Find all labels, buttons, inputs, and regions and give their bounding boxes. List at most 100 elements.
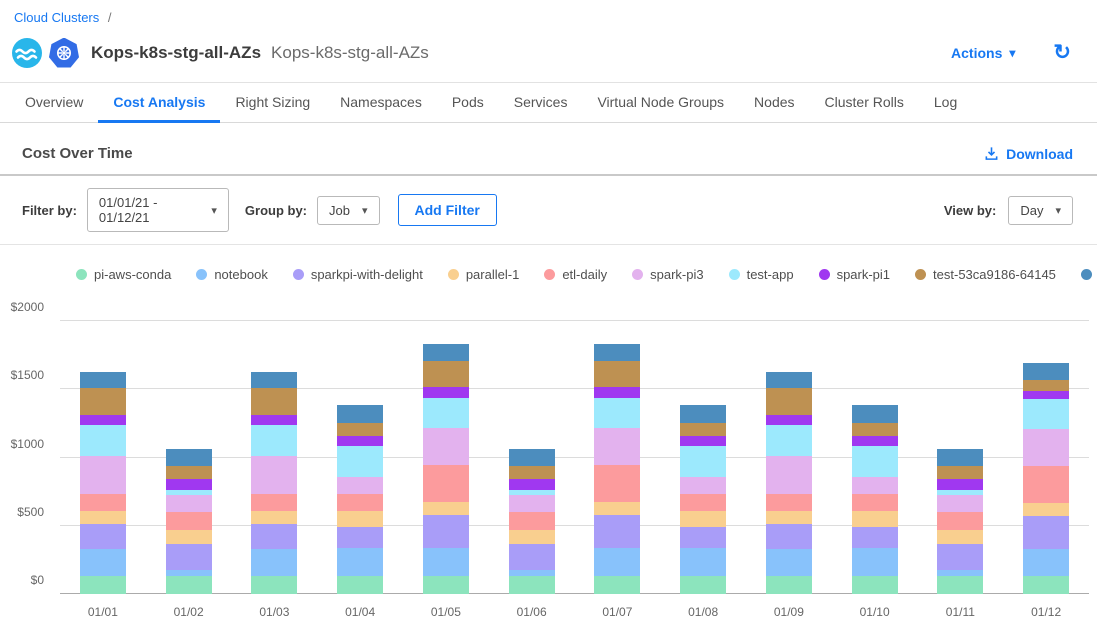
bar-segment-sparkpi-with-delight[interactable] bbox=[423, 515, 469, 548]
breadcrumb-link-cloud-clusters[interactable]: Cloud Clusters bbox=[14, 10, 99, 25]
bar-segment-spark-pi1[interactable] bbox=[594, 387, 640, 399]
tab-nodes[interactable]: Nodes bbox=[739, 83, 809, 123]
bar-segment-spark-pi3[interactable] bbox=[766, 456, 812, 494]
bar-segment-parallel-1[interactable] bbox=[251, 511, 297, 523]
bar-segment-parallel-1[interactable] bbox=[423, 502, 469, 515]
bar-segment-test-pkix[interactable] bbox=[1023, 363, 1069, 381]
bar-segment-etl-daily[interactable] bbox=[1023, 466, 1069, 503]
bar-segment-notebook[interactable] bbox=[680, 548, 726, 575]
legend-item-spark-pi1[interactable]: spark-pi1 bbox=[819, 267, 890, 282]
bar-segment-etl-daily[interactable] bbox=[937, 512, 983, 530]
tab-overview[interactable]: Overview bbox=[10, 83, 98, 123]
legend-item-notebook[interactable]: notebook bbox=[196, 267, 268, 282]
bar-segment-test-53ca9186-64145[interactable] bbox=[337, 423, 383, 437]
bar-segment-pi-aws-conda[interactable] bbox=[80, 576, 126, 594]
tab-virtual-node-groups[interactable]: Virtual Node Groups bbox=[582, 83, 739, 123]
bar-segment-sparkpi-with-delight[interactable] bbox=[1023, 516, 1069, 549]
bar-segment-test-53ca9186-64145[interactable] bbox=[680, 423, 726, 437]
bar-segment-spark-pi3[interactable] bbox=[423, 428, 469, 465]
bar-segment-pi-aws-conda[interactable] bbox=[166, 576, 212, 594]
bar-segment-notebook[interactable] bbox=[80, 549, 126, 576]
bar-segment-test-app[interactable] bbox=[766, 425, 812, 456]
bar-segment-etl-daily[interactable] bbox=[251, 494, 297, 512]
bar-segment-pi-aws-conda[interactable] bbox=[423, 576, 469, 594]
download-button[interactable]: Download bbox=[984, 146, 1073, 162]
bar-segment-notebook[interactable] bbox=[594, 548, 640, 577]
stacked-bar-01/03[interactable] bbox=[251, 321, 297, 594]
bar-segment-notebook[interactable] bbox=[1023, 549, 1069, 576]
bar-segment-test-pkix[interactable] bbox=[766, 372, 812, 388]
bar-segment-pi-aws-conda[interactable] bbox=[680, 576, 726, 594]
bar-segment-spark-pi1[interactable] bbox=[766, 415, 812, 425]
legend-item-test-pkix[interactable]: test-pkix bbox=[1081, 267, 1097, 282]
bar-segment-spark-pi3[interactable] bbox=[594, 428, 640, 465]
legend-item-test-app[interactable]: test-app bbox=[729, 267, 794, 282]
bar-segment-etl-daily[interactable] bbox=[852, 494, 898, 511]
legend-item-spark-pi3[interactable]: spark-pi3 bbox=[632, 267, 703, 282]
bar-segment-notebook[interactable] bbox=[337, 548, 383, 575]
bar-segment-pi-aws-conda[interactable] bbox=[852, 576, 898, 594]
stacked-bar-01/05[interactable] bbox=[423, 321, 469, 594]
bar-segment-test-app[interactable] bbox=[251, 425, 297, 456]
bar-segment-parallel-1[interactable] bbox=[1023, 503, 1069, 515]
bar-segment-test-pkix[interactable] bbox=[937, 449, 983, 466]
bar-segment-spark-pi1[interactable] bbox=[1023, 391, 1069, 399]
bar-segment-notebook[interactable] bbox=[251, 549, 297, 576]
bar-segment-test-53ca9186-64145[interactable] bbox=[423, 361, 469, 386]
bar-segment-sparkpi-with-delight[interactable] bbox=[509, 544, 555, 570]
bar-segment-parallel-1[interactable] bbox=[80, 511, 126, 523]
bar-segment-test-pkix[interactable] bbox=[166, 449, 212, 466]
bar-segment-test-53ca9186-64145[interactable] bbox=[594, 361, 640, 386]
bar-segment-notebook[interactable] bbox=[852, 548, 898, 575]
bar-segment-parallel-1[interactable] bbox=[166, 530, 212, 544]
stacked-bar-01/06[interactable] bbox=[509, 321, 555, 594]
bar-segment-test-app[interactable] bbox=[594, 398, 640, 428]
bar-segment-spark-pi1[interactable] bbox=[937, 479, 983, 489]
legend-item-test-53ca9186-64145[interactable]: test-53ca9186-64145 bbox=[915, 267, 1056, 282]
bar-segment-parallel-1[interactable] bbox=[594, 502, 640, 515]
bar-segment-test-app[interactable] bbox=[337, 446, 383, 477]
bar-segment-test-app[interactable] bbox=[852, 446, 898, 477]
bar-segment-test-pkix[interactable] bbox=[852, 405, 898, 423]
bar-segment-spark-pi3[interactable] bbox=[852, 477, 898, 494]
bar-segment-parallel-1[interactable] bbox=[680, 511, 726, 527]
tab-cluster-rolls[interactable]: Cluster Rolls bbox=[810, 83, 919, 123]
bar-segment-test-53ca9186-64145[interactable] bbox=[1023, 380, 1069, 390]
bar-segment-pi-aws-conda[interactable] bbox=[337, 576, 383, 594]
bar-segment-parallel-1[interactable] bbox=[337, 511, 383, 527]
bar-segment-spark-pi1[interactable] bbox=[80, 415, 126, 425]
group-by-dropdown[interactable]: Job ▾ bbox=[317, 196, 380, 225]
bar-segment-spark-pi1[interactable] bbox=[423, 387, 469, 399]
actions-button[interactable]: Actions ▾ bbox=[951, 45, 1015, 61]
bar-segment-parallel-1[interactable] bbox=[852, 511, 898, 527]
stacked-bar-01/04[interactable] bbox=[337, 321, 383, 594]
bar-segment-sparkpi-with-delight[interactable] bbox=[766, 524, 812, 549]
bar-segment-etl-daily[interactable] bbox=[509, 512, 555, 530]
refresh-icon[interactable]: ↻ bbox=[1053, 42, 1071, 63]
stacked-bar-01/09[interactable] bbox=[766, 321, 812, 594]
bar-segment-sparkpi-with-delight[interactable] bbox=[337, 527, 383, 548]
bar-segment-test-pkix[interactable] bbox=[251, 372, 297, 388]
bar-segment-notebook[interactable] bbox=[766, 549, 812, 576]
bar-segment-spark-pi3[interactable] bbox=[1023, 429, 1069, 467]
bar-segment-sparkpi-with-delight[interactable] bbox=[594, 515, 640, 548]
bar-segment-test-pkix[interactable] bbox=[680, 405, 726, 423]
bar-segment-test-53ca9186-64145[interactable] bbox=[80, 388, 126, 415]
bar-segment-spark-pi3[interactable] bbox=[251, 456, 297, 494]
bar-segment-test-53ca9186-64145[interactable] bbox=[766, 388, 812, 415]
bar-segment-test-pkix[interactable] bbox=[80, 372, 126, 388]
bar-segment-pi-aws-conda[interactable] bbox=[509, 576, 555, 594]
bar-segment-etl-daily[interactable] bbox=[337, 494, 383, 511]
bar-segment-pi-aws-conda[interactable] bbox=[937, 576, 983, 594]
bar-segment-parallel-1[interactable] bbox=[509, 530, 555, 544]
bar-segment-sparkpi-with-delight[interactable] bbox=[80, 524, 126, 549]
bar-segment-etl-daily[interactable] bbox=[166, 512, 212, 530]
bar-segment-sparkpi-with-delight[interactable] bbox=[251, 524, 297, 549]
legend-item-etl-daily[interactable]: etl-daily bbox=[544, 267, 607, 282]
stacked-bar-01/02[interactable] bbox=[166, 321, 212, 594]
stacked-bar-01/11[interactable] bbox=[937, 321, 983, 594]
bar-segment-spark-pi3[interactable] bbox=[937, 495, 983, 512]
bar-segment-etl-daily[interactable] bbox=[594, 465, 640, 502]
stacked-bar-01/01[interactable] bbox=[80, 321, 126, 594]
bar-segment-pi-aws-conda[interactable] bbox=[766, 576, 812, 594]
